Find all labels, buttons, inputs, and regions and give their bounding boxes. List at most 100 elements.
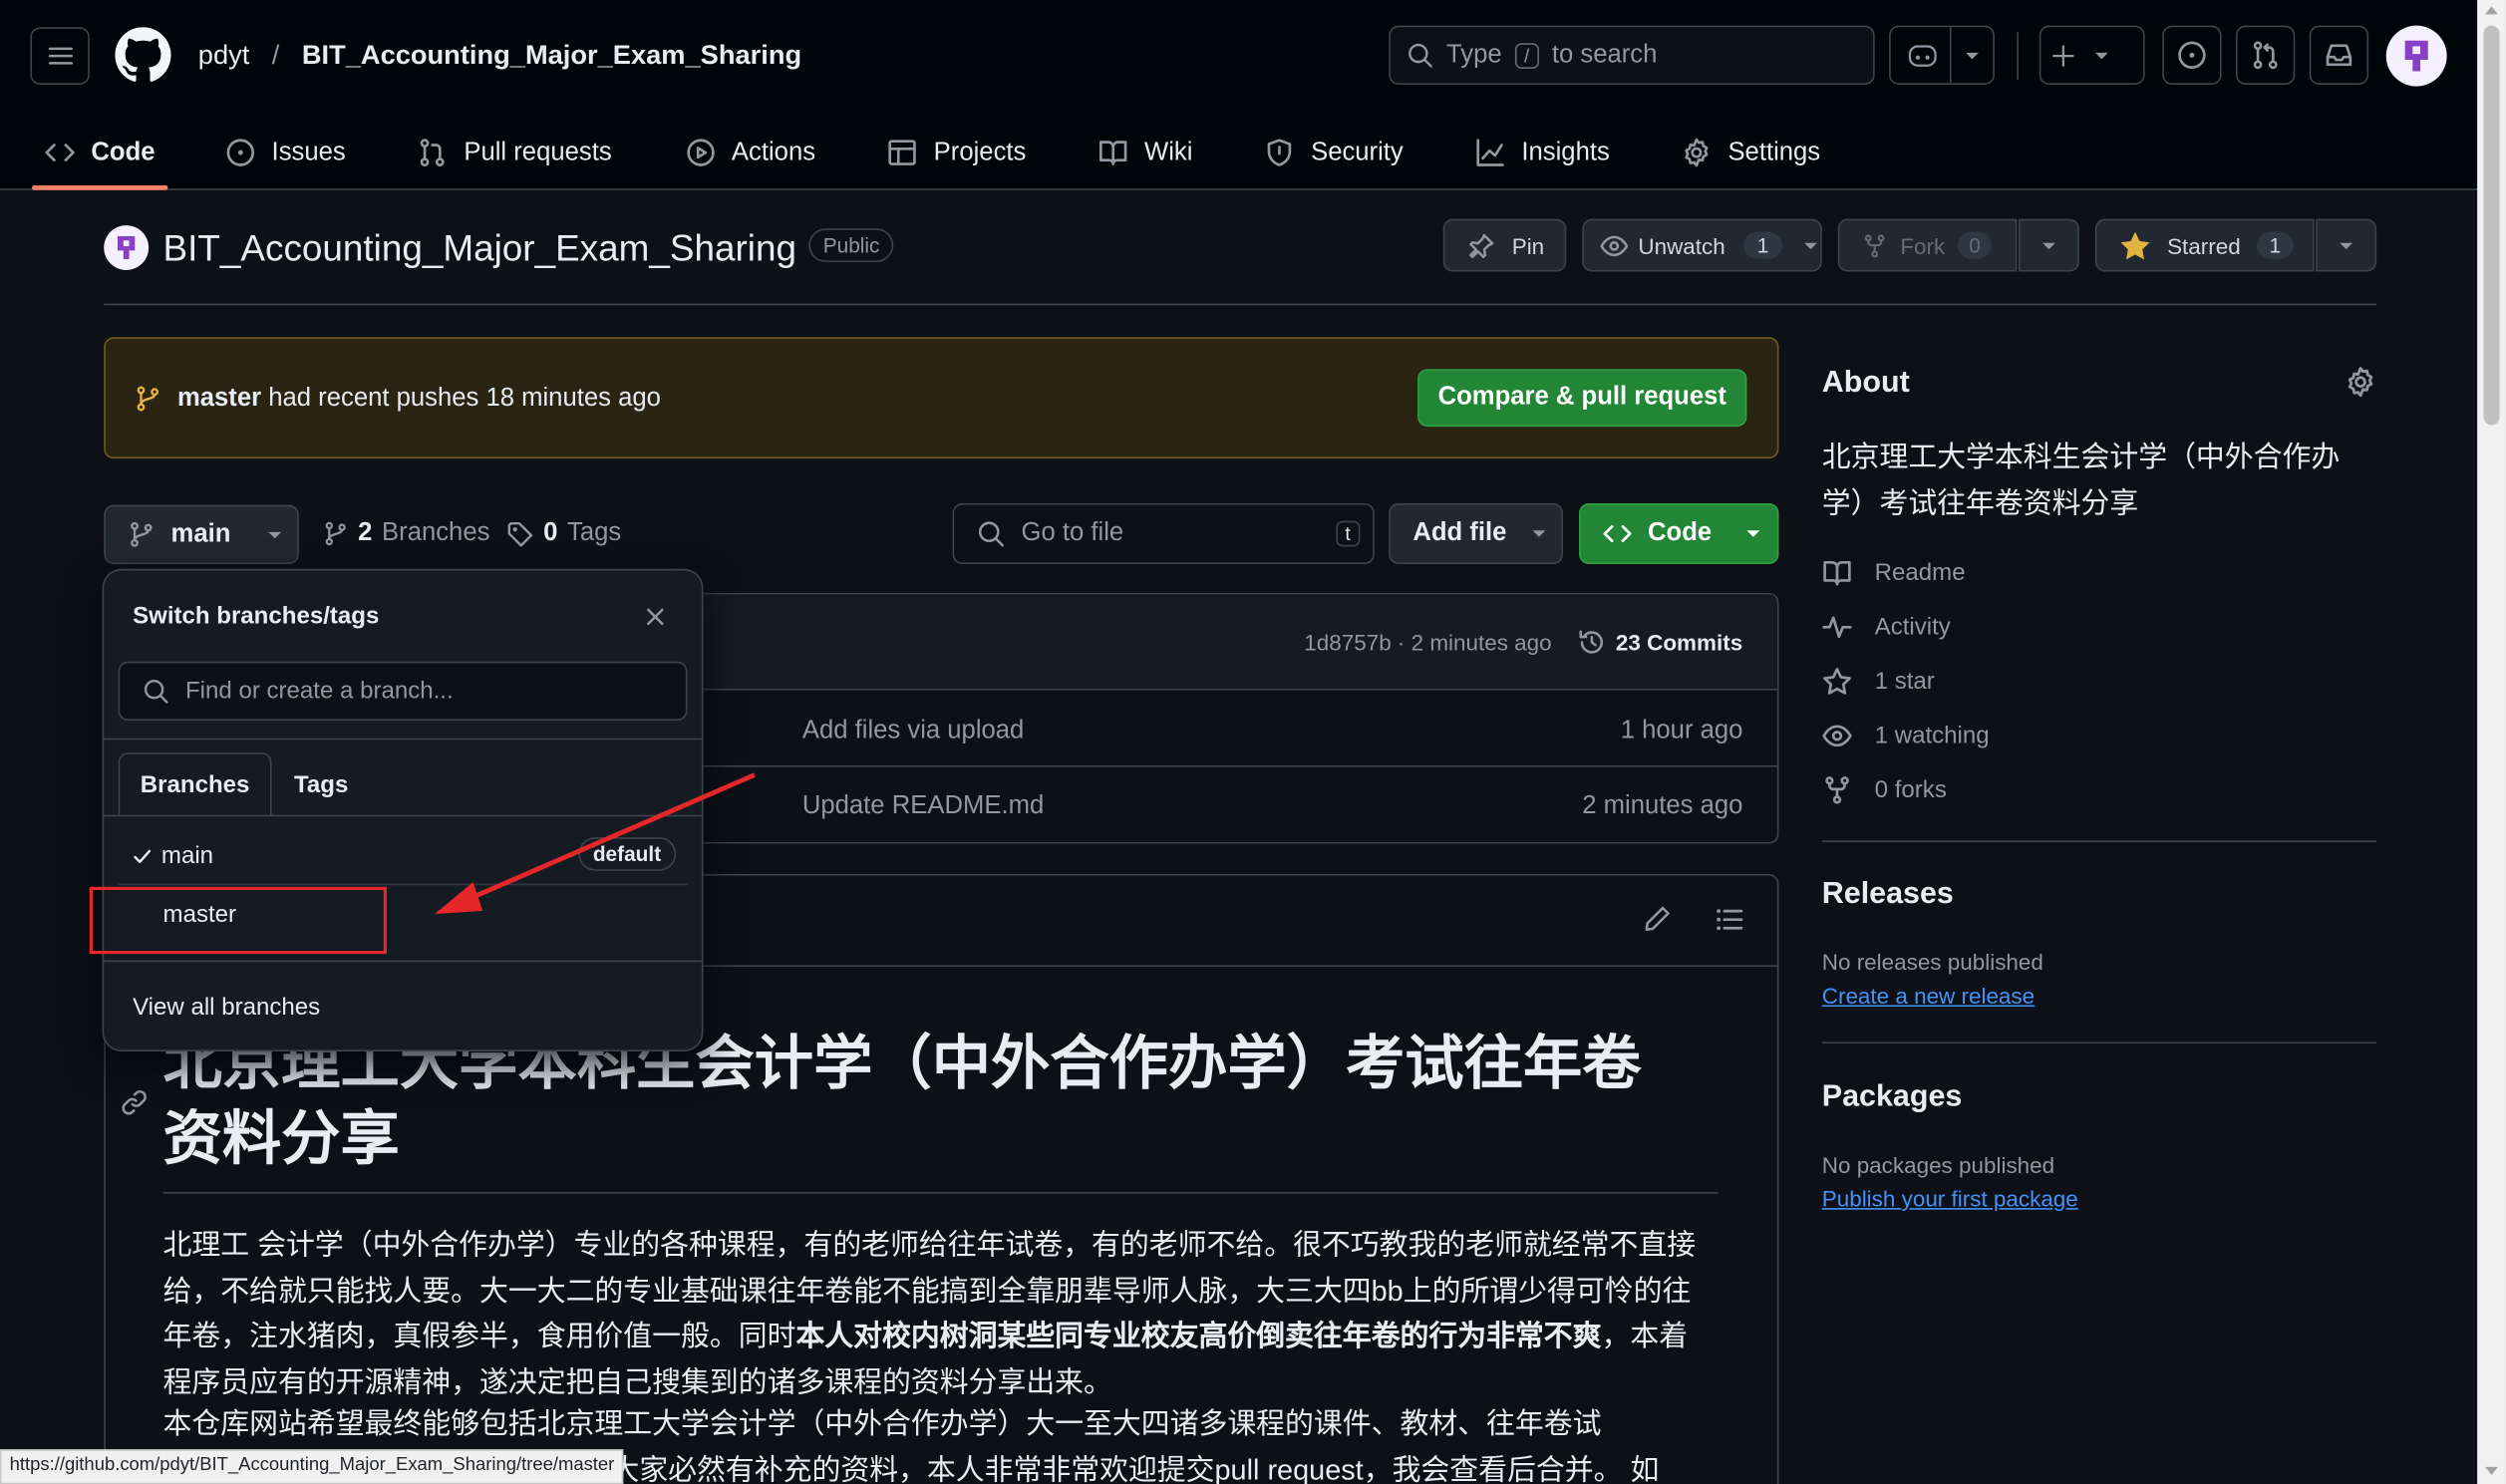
packages-heading[interactable]: Packages (1822, 1080, 1963, 1115)
tab-issues[interactable]: Issues (212, 115, 358, 189)
repo-title[interactable]: BIT_Accounting_Major_Exam_Sharing (163, 227, 796, 270)
github-mark-icon (115, 27, 171, 82)
chevron-down-icon (2042, 241, 2055, 249)
star-icon (1823, 668, 1851, 695)
pull-requests-button[interactable] (2236, 25, 2296, 85)
readme-label: Readme (1874, 559, 1966, 587)
scrollbar-thumb[interactable] (2483, 25, 2500, 426)
tab-settings[interactable]: Settings (1669, 115, 1833, 189)
unwatch-button[interactable]: Unwatch 1 (1582, 218, 1822, 272)
search-suffix: to search (1551, 40, 1658, 69)
link-icon[interactable] (120, 1088, 149, 1117)
file-row-2-time: 2 minutes ago (1582, 792, 1743, 820)
git-branch-icon (137, 386, 159, 412)
starred-button[interactable]: Starred 1 (2094, 218, 2315, 272)
branches-link[interactable]: 2 Branches (323, 519, 489, 548)
pulse-icon (1822, 616, 1852, 639)
view-all-branches-link[interactable]: View all branches (133, 994, 320, 1021)
publish-package-link[interactable]: Publish your first package (1822, 1186, 2078, 1212)
watching-link[interactable]: 1 watching (1822, 721, 1990, 750)
inbox-button[interactable] (2309, 25, 2369, 85)
gear-icon[interactable] (2345, 366, 2376, 398)
add-file-button[interactable]: Add file (1389, 503, 1564, 564)
readme-link[interactable]: Readme (1822, 558, 1966, 588)
tab-security[interactable]: Security (1252, 115, 1416, 189)
git-branch-icon (131, 521, 153, 547)
commits-count: 23 Commits (1615, 629, 1743, 656)
tab-insights[interactable]: Insights (1462, 115, 1623, 189)
close-icon[interactable] (644, 606, 666, 628)
file-row-1-message[interactable]: Add files via upload (802, 718, 1024, 746)
stars-link[interactable]: 1 star (1822, 667, 1935, 697)
compare-pull-request-button[interactable]: Compare & pull request (1417, 369, 1747, 428)
chevron-down-icon (1803, 241, 1817, 249)
search-prefix: Type (1445, 40, 1502, 69)
tab-wiki[interactable]: Wiki (1086, 115, 1206, 189)
branch-item-main[interactable]: main (133, 842, 213, 869)
breadcrumb-repo[interactable]: BIT_Accounting_Major_Exam_Sharing (302, 40, 801, 72)
activity-link[interactable]: Activity (1822, 612, 1951, 642)
header-divider-line (104, 303, 2377, 306)
chevron-down-icon[interactable] (1963, 48, 1982, 64)
readme-paragraph-3: 大家必然有补充的资料，本人非常非常欢迎提交pull request，我会查看后合… (610, 1454, 1660, 1484)
fork-button[interactable]: Fork 0 (1837, 218, 2018, 272)
header-divider (2017, 32, 2019, 81)
chevron-down-icon (2340, 241, 2353, 249)
search-icon (144, 680, 168, 704)
current-branch-label: main (170, 519, 231, 548)
github-logo[interactable] (115, 27, 171, 83)
tab-branches[interactable]: Branches (118, 752, 272, 817)
create-release-link[interactable]: Create a new release (1822, 983, 2035, 1009)
star-count: 1 (2256, 231, 2294, 259)
global-search-input[interactable]: Type / to search (1389, 25, 1875, 85)
tab-label: Actions (731, 138, 816, 165)
pin-button[interactable]: Pin (1442, 218, 1567, 272)
tab-projects[interactable]: Projects (874, 115, 1039, 189)
branch-select-button[interactable]: main (104, 504, 299, 564)
pin-label: Pin (1511, 232, 1545, 258)
tab-actions[interactable]: Actions (673, 115, 828, 189)
menu-button[interactable] (30, 27, 90, 85)
avatar[interactable] (2385, 25, 2447, 87)
sidebar-divider (1821, 840, 2377, 842)
eye-icon (1600, 234, 1629, 256)
screen: pdyt / BIT_Accounting_Major_Exam_Sharing… (0, 0, 2506, 1484)
code-button[interactable]: Code (1579, 503, 1779, 564)
fork-dropdown[interactable] (2018, 218, 2079, 272)
tab-pull-requests[interactable]: Pull requests (405, 115, 624, 189)
readme-text-1b: 本人对校内树洞某些同专业校友高价倒卖往年卷的行为非常不爽 (795, 1320, 1602, 1352)
chevron-down-icon (268, 531, 282, 538)
releases-heading[interactable]: Releases (1822, 877, 1954, 912)
issues-button[interactable] (2162, 25, 2222, 85)
watching-label: 1 watching (1874, 722, 1990, 749)
issue-icon (226, 139, 255, 166)
commits-link[interactable]: 23 Commits (1577, 628, 1742, 657)
star-dropdown[interactable] (2316, 218, 2377, 272)
scroll-down-arrow-icon[interactable] (2485, 1466, 2498, 1475)
play-icon (686, 139, 715, 166)
issue-opened-icon (2178, 41, 2206, 70)
tab-code[interactable]: Code (32, 115, 168, 190)
latest-commit-sha[interactable]: 1d8757b · 2 minutes ago (1304, 630, 1551, 656)
scroll-up-arrow-icon[interactable] (2485, 6, 2498, 15)
tags-link[interactable]: 0 Tags (506, 519, 621, 548)
hamburger-icon (48, 47, 73, 65)
branch-item-main-label: main (160, 841, 214, 870)
go-to-file-input[interactable]: Go to file t (952, 503, 1375, 564)
tab-label: Insights (1521, 138, 1610, 165)
file-row-2-message[interactable]: Update README.md (802, 792, 1044, 821)
tab-tags[interactable]: Tags (294, 771, 348, 798)
identicon-icon (118, 235, 136, 260)
dropdown-divider (104, 738, 702, 741)
branch-search-input[interactable]: Find or create a branch... (118, 661, 688, 722)
banner-branch[interactable]: master (177, 385, 261, 412)
breadcrumb-owner[interactable]: pdyt (198, 40, 250, 72)
list-unordered-icon[interactable] (1715, 904, 1744, 934)
file-row-1-time: 1 hour ago (1620, 717, 1743, 745)
pencil-icon[interactable] (1643, 904, 1672, 933)
scrollbar-track[interactable] (2477, 0, 2506, 1484)
create-new-button[interactable] (2038, 25, 2145, 85)
forks-link[interactable]: 0 forks (1822, 775, 1947, 805)
search-icon (1409, 43, 1432, 68)
fork-count: 0 (1958, 231, 1993, 259)
